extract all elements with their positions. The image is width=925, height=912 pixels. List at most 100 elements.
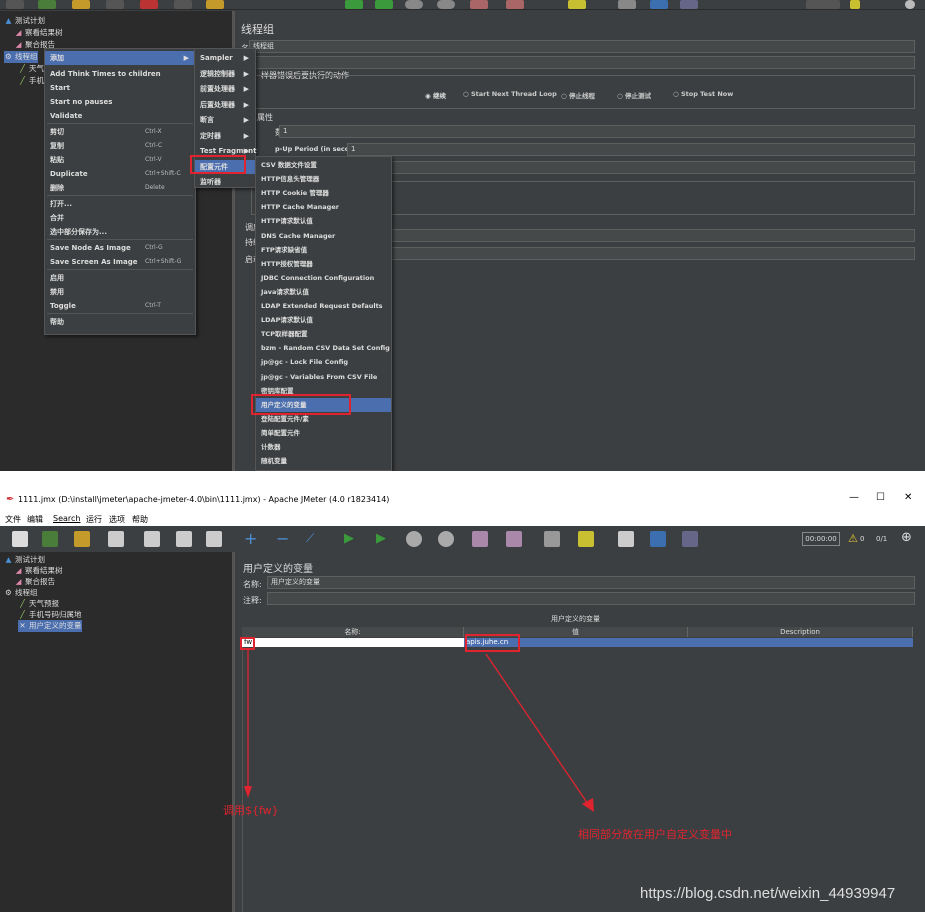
menu-separator <box>47 313 193 314</box>
context-menu-item[interactable]: Add Think Times to children <box>45 67 195 81</box>
context-menu-item[interactable]: Toggle Ctrl-T <box>45 299 195 313</box>
context-menu-item[interactable]: 帮助 <box>45 315 195 329</box>
paste-icon[interactable] <box>206 0 224 9</box>
context-menu-item[interactable]: 添加 ▶ <box>45 51 195 65</box>
context-menu-item[interactable]: 删除 Delete <box>45 181 195 195</box>
help-icon[interactable] <box>650 0 668 9</box>
menu-separator <box>47 123 193 124</box>
startup-delay-field[interactable] <box>391 247 915 260</box>
threads-field[interactable]: 1 <box>279 125 915 138</box>
duration-field[interactable] <box>391 229 915 242</box>
add-submenu-item[interactable]: 前置处理器 ▶ <box>195 82 255 96</box>
new-icon[interactable] <box>6 0 24 9</box>
tree-item-phone[interactable]: ╱ 手机 <box>18 75 44 87</box>
config-submenu-item[interactable]: JDBC Connection Configuration <box>256 271 391 285</box>
function-helper-icon[interactable] <box>568 0 586 9</box>
context-menu-item[interactable]: Save Node As Image Ctrl-G <box>45 241 195 255</box>
add-submenu-item[interactable]: 定时器 ▶ <box>195 129 255 143</box>
config-submenu-item[interactable]: 简单配置元件 <box>256 426 391 440</box>
context-menu-item[interactable]: Duplicate Ctrl+Shift-C <box>45 167 195 181</box>
context-menu-item[interactable]: 剪切 Ctrl-X <box>45 125 195 139</box>
menu-item-label: 计数器 <box>261 443 281 451</box>
menu-item-label: Add Think Times to children <box>50 70 161 78</box>
context-menu-item[interactable]: Validate <box>45 109 195 123</box>
config-submenu-item[interactable]: DNS Cache Manager <box>256 229 391 243</box>
context-menu-item[interactable]: 启用 <box>45 271 195 285</box>
config-submenu-item[interactable]: LDAP请求默认值 <box>256 313 391 327</box>
radio-icon: ◉ <box>425 92 433 100</box>
menu-item-label: Java请求默认值 <box>261 287 309 296</box>
menu-item-label: 登陆配置元件/素 <box>261 414 309 423</box>
config-submenu-item[interactable]: Java请求默认值 <box>256 285 391 299</box>
config-submenu-item[interactable]: HTTP请求默认值 <box>256 214 391 228</box>
rampup-field[interactable]: 1 <box>347 143 915 156</box>
config-submenu-item[interactable]: jp@gc - Lock File Config <box>256 355 391 369</box>
expand-icon[interactable] <box>905 0 915 9</box>
tree-item-weather[interactable]: ╱ 天气 <box>18 63 44 75</box>
jmeter-context-menu-screenshot: ▲测试计划 ◢察看结果树 ◢聚合报告 ⚙线程组 ╱天气 ╱手机 线程组 名称: … <box>0 0 925 471</box>
menu-item-label: Start no pauses <box>50 98 113 106</box>
context-menu-item[interactable]: 合并 <box>45 211 195 225</box>
clear-icon[interactable] <box>470 0 488 9</box>
cut-icon[interactable] <box>140 0 158 9</box>
menu-item-label: LDAP Extended Request Defaults <box>261 302 383 310</box>
config-submenu-item[interactable]: 随机变量 <box>256 454 391 468</box>
config-submenu-item[interactable]: HTTP Cookie 管理器 <box>256 186 391 200</box>
context-menu-item[interactable]: 禁用 <box>45 285 195 299</box>
copy-icon[interactable] <box>174 0 192 9</box>
context-menu-item[interactable]: Start <box>45 81 195 95</box>
remote-icon[interactable] <box>680 0 698 9</box>
context-menu-item[interactable]: 选中部分保存为... <box>45 225 195 239</box>
start-icon[interactable] <box>345 0 363 9</box>
context-menu-item[interactable]: 复制 Ctrl-C <box>45 139 195 153</box>
name-field[interactable]: 线程组 <box>249 40 915 53</box>
config-submenu-item[interactable]: jp@gc - Variables From CSV File <box>256 370 391 384</box>
config-submenu-item[interactable]: 计数器 <box>256 440 391 454</box>
context-menu-item[interactable]: 打开... <box>45 197 195 211</box>
add-submenu-item[interactable]: 监听器 <box>195 175 255 189</box>
radio-stop-thread[interactable]: ○ 停止线程 <box>561 90 595 100</box>
add-submenu-item[interactable]: 断言 ▶ <box>195 113 255 127</box>
open-icon[interactable] <box>72 0 90 9</box>
config-submenu-item[interactable]: LDAP Extended Request Defaults <box>256 299 391 313</box>
add-submenu-item[interactable]: 后置处理器 ▶ <box>195 98 255 112</box>
radio-start-next[interactable]: ○ Start Next Thread Loop <box>463 90 557 98</box>
tree-item-thread-group[interactable]: ⚙ 线程组 <box>4 51 38 63</box>
gear-icon: ⚙ <box>5 52 12 61</box>
add-submenu-item[interactable]: Sampler ▶ <box>195 51 255 65</box>
start-no-pause-icon[interactable] <box>375 0 393 9</box>
context-menu-item[interactable]: Start no pauses <box>45 95 195 109</box>
tree-item-results-tree[interactable]: ◢ 察看结果树 <box>14 27 63 39</box>
templates-icon[interactable] <box>38 0 56 9</box>
config-submenu-item[interactable]: HTTP授权管理器 <box>256 257 391 271</box>
config-submenu-item[interactable]: TCP取样器配置 <box>256 327 391 341</box>
menu-item-label: 帮助 <box>50 318 64 326</box>
clear-all-icon[interactable] <box>506 0 524 9</box>
config-submenu-item[interactable]: CSV 数据文件设置 <box>256 158 391 172</box>
menu-item-label: 合并 <box>50 214 64 222</box>
context-menu-item[interactable]: Save Screen As Image Ctrl+Shift-G <box>45 255 195 269</box>
tree-item-test-plan[interactable]: ▲ 测试计划 <box>4 15 45 27</box>
menu-item-label: 简单配置元件 <box>261 428 300 437</box>
menu-item-label: HTTP信息头管理器 <box>261 175 320 184</box>
menu-item-shortcut: Ctrl+Shift-C <box>145 170 181 177</box>
radio-stop-test[interactable]: ○ 停止测试 <box>617 90 651 100</box>
menu-item-label: CSV 数据文件设置 <box>261 161 317 169</box>
config-submenu-item[interactable]: bzm - Random CSV Data Set Config <box>256 341 391 355</box>
submenu-arrow-icon: ▶ <box>243 69 249 78</box>
context-menu-item[interactable]: 粘贴 Ctrl-V <box>45 153 195 167</box>
menu-item-label: TCP取样器配置 <box>261 330 308 339</box>
radio-stop-now[interactable]: ○ Stop Test Now <box>673 90 733 98</box>
add-submenu-item[interactable]: 逻辑控制器 ▶ <box>195 67 255 81</box>
context-menu: 添加 ▶ Add Think Times to children Start Start… <box>44 48 196 335</box>
radio-continue[interactable]: ◉ 继续 <box>425 90 446 100</box>
list-icon[interactable] <box>618 0 636 9</box>
stop-icon[interactable] <box>405 0 423 9</box>
shutdown-icon[interactable] <box>437 0 455 9</box>
menu-item-label: 删除 <box>50 184 64 192</box>
config-submenu-item[interactable]: FTP请求缺省值 <box>256 243 391 257</box>
config-submenu-item[interactable]: HTTP信息头管理器 <box>256 172 391 186</box>
comment-field[interactable] <box>249 56 915 69</box>
config-submenu-item[interactable]: HTTP Cache Manager <box>256 200 391 214</box>
save-icon[interactable] <box>106 0 124 9</box>
